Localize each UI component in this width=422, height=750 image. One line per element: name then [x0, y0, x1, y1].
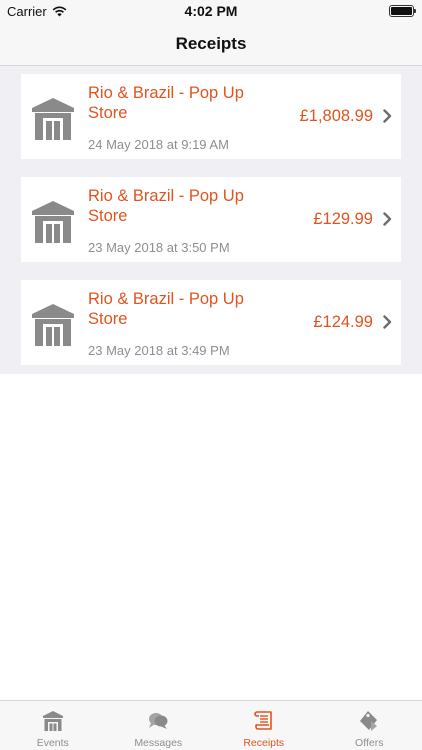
- status-left: Carrier: [7, 4, 67, 19]
- receipt-date: 23 May 2018 at 3:50 PM: [88, 240, 230, 255]
- store-name: Rio & Brazil - Pop Up Store: [88, 84, 244, 122]
- store-icon: [32, 98, 74, 140]
- tab-label: Offers: [355, 737, 384, 749]
- tab-events[interactable]: Events: [0, 701, 106, 750]
- tab-label: Receipts: [243, 737, 285, 749]
- receipt-amount: £129.99: [313, 210, 373, 228]
- receipt-row[interactable]: Rio & Brazil - Pop Up Store 24 May 2018 …: [21, 74, 401, 159]
- offers-tag-icon: [360, 711, 378, 731]
- receipt-row[interactable]: Rio & Brazil - Pop Up Store 23 May 2018 …: [21, 280, 401, 365]
- store-icon: [42, 711, 63, 731]
- tab-receipts[interactable]: Receipts: [211, 701, 317, 750]
- store-icon: [32, 304, 74, 346]
- receipt-amount: £1,808.99: [299, 107, 373, 125]
- receipt-info: Rio & Brazil - Pop Up Store: [88, 186, 268, 226]
- receipt-date: 23 May 2018 at 3:49 PM: [88, 343, 230, 358]
- receipt-date: 24 May 2018 at 9:19 AM: [88, 137, 229, 152]
- chevron-right-icon: [383, 109, 392, 123]
- tab-messages[interactable]: Messages: [106, 701, 212, 750]
- chevron-right-icon: [383, 315, 392, 329]
- receipt-amount: £124.99: [313, 313, 373, 331]
- tab-label: Events: [36, 737, 69, 749]
- chevron-right-icon: [383, 212, 392, 226]
- receipts-list: Rio & Brazil - Pop Up Store 24 May 2018 …: [0, 66, 422, 374]
- tab-label: Messages: [134, 737, 183, 749]
- receipt-info: Rio & Brazil - Pop Up Store: [88, 289, 268, 329]
- store-icon: [32, 201, 74, 243]
- page-title: Receipts: [175, 33, 247, 53]
- store-name: Rio & Brazil - Pop Up Store: [88, 290, 244, 328]
- status-bar: Carrier 4:02 PM: [0, 0, 422, 22]
- store-name: Rio & Brazil - Pop Up Store: [88, 187, 244, 225]
- tab-bar: Events Messages Receipts Offers: [0, 700, 422, 750]
- navigation-bar: Receipts: [0, 22, 422, 66]
- battery-icon: [389, 5, 416, 17]
- receipt-scroll-icon: [253, 711, 272, 730]
- chat-bubbles-icon: [149, 713, 168, 729]
- receipt-info: Rio & Brazil - Pop Up Store: [88, 83, 268, 123]
- wifi-icon: [52, 6, 67, 16]
- receipt-row[interactable]: Rio & Brazil - Pop Up Store 23 May 2018 …: [21, 177, 401, 262]
- carrier-label: Carrier: [7, 3, 47, 19]
- tab-offers[interactable]: Offers: [317, 701, 422, 750]
